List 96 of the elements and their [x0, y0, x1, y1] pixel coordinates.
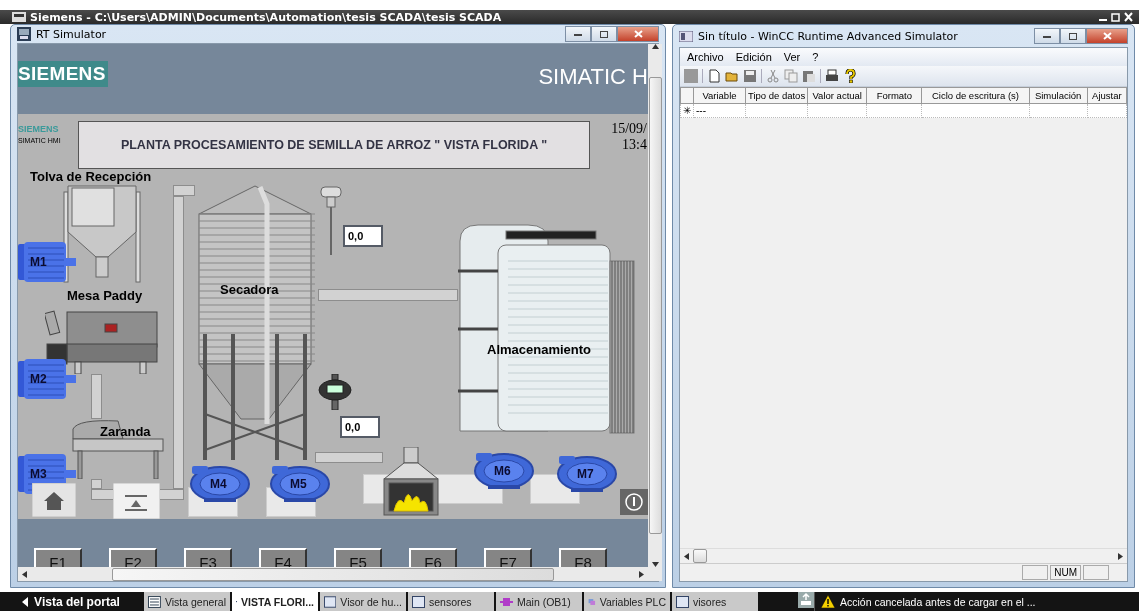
scroll-right-icon[interactable] [1118, 552, 1123, 560]
motor-label: M5 [290, 477, 307, 491]
portal-button[interactable]: Vista del portal [0, 592, 142, 611]
app-icon [679, 30, 693, 42]
info-button-icon[interactable] [620, 489, 648, 515]
blower-motor-icon [268, 464, 330, 502]
menu-item[interactable]: Edición [734, 51, 773, 63]
minimize-button[interactable] [1034, 28, 1060, 44]
editor-tab[interactable]: Visor de hu... [320, 592, 406, 611]
window-title: Siemens - C:\Users\ADMIN\Documents\Automation\tesis SCADA\tesis SCADA [30, 10, 502, 24]
menu-item[interactable]: ? [811, 51, 820, 63]
column-header[interactable]: Formato [866, 87, 922, 104]
home-button-icon[interactable] [32, 483, 76, 517]
table-icon [148, 595, 161, 608]
motor-label: M6 [494, 464, 511, 478]
blower-motor-icon [472, 451, 534, 489]
dryer-label: Secadora [220, 282, 279, 297]
blower-motor-icon [555, 454, 617, 492]
column-header[interactable]: Simulación [1029, 87, 1088, 104]
motor-label: M4 [210, 477, 227, 491]
menu-item[interactable]: Archivo [686, 51, 725, 63]
scroll-thumb[interactable] [648, 77, 662, 534]
electric-motor-icon [18, 359, 78, 401]
new-file-icon[interactable] [707, 69, 721, 83]
maximize-button[interactable] [591, 26, 617, 42]
value-display: 0,0 [343, 225, 383, 247]
scroll-right-icon[interactable] [639, 570, 644, 578]
warning-icon [821, 595, 835, 608]
motor-label: M3 [30, 467, 47, 481]
blower-motor-icon [188, 464, 250, 502]
restore-icon[interactable] [1111, 12, 1120, 22]
pipe-drawing [91, 374, 102, 419]
value-display: 0,0 [340, 416, 380, 438]
table-cell[interactable]: --- [693, 103, 746, 118]
scroll-left-icon[interactable] [684, 552, 689, 560]
screener-label: Zaranda [100, 424, 151, 439]
status-pane [1022, 565, 1049, 580]
simulator-icon [17, 27, 31, 41]
time-text: 13:4 [622, 137, 647, 153]
pipe-drawing [315, 452, 383, 463]
print-icon[interactable] [825, 69, 839, 83]
scroll-left-icon[interactable] [22, 570, 27, 578]
back-arrow-icon [22, 596, 29, 607]
editor-tab[interactable]: Vista general [144, 592, 230, 611]
storage-label: Almacenamiento [487, 342, 592, 357]
electric-motor-icon [18, 242, 78, 284]
open-folder-icon[interactable] [725, 69, 739, 83]
close-button[interactable] [617, 26, 659, 42]
screen-title: PLANTA PROCESAMIENTO DE SEMILLA DE ARROZ " VISTA FLORIDA " [78, 121, 590, 169]
close-button[interactable] [1086, 28, 1128, 44]
date-text: 15/09/ [611, 121, 647, 137]
brand-text: SIEMENS [18, 124, 60, 134]
motor-label: M1 [30, 255, 47, 269]
scroll-up-icon[interactable] [651, 44, 659, 49]
num-lock-indicator: NUM [1050, 565, 1081, 580]
editor-tab[interactable]: sensores [408, 592, 494, 611]
editor-tab[interactable]: VISTA FLORI... [232, 592, 318, 611]
paste-icon[interactable] [802, 69, 816, 83]
save-icon[interactable] [743, 69, 757, 83]
scroll-thumb[interactable] [112, 567, 554, 581]
minimize-button[interactable] [565, 26, 591, 42]
column-header[interactable]: Valor actual [807, 87, 867, 104]
menu-item[interactable]: Ver [782, 51, 802, 63]
portal-icon [12, 12, 26, 22]
column-header[interactable]: Variable [693, 87, 746, 104]
minimize-icon [1043, 33, 1051, 39]
product-name: SIMATIC H [538, 63, 648, 90]
furnace-drawing [380, 447, 442, 517]
close-icon[interactable] [1124, 12, 1133, 22]
status-pane [1083, 565, 1109, 580]
editor-tab[interactable]: Main (OB1) [496, 592, 582, 611]
editor-tab[interactable]: Variables PLC [584, 592, 670, 611]
status-message: Acción cancelada antes de cargar en el ... [840, 595, 1036, 608]
window-title: RT Simulator [36, 27, 107, 41]
close-icon [1102, 32, 1112, 40]
screen-button-icon[interactable] [113, 483, 160, 519]
maximize-icon [1069, 32, 1077, 40]
minimize-icon [574, 31, 582, 37]
siemens-logo: SIEMENS [18, 61, 108, 87]
scroll-thumb[interactable] [693, 549, 707, 563]
editor-tab[interactable]: visores [672, 592, 758, 611]
close-icon [633, 30, 643, 38]
block-icon [500, 595, 513, 608]
hopper-label: Tolva de Recepción [30, 169, 152, 184]
maximize-button[interactable] [1060, 28, 1086, 44]
motor-label: M7 [577, 467, 594, 481]
column-header[interactable]: Ajustar [1087, 87, 1127, 104]
window-title: Sin título - WinCC Runtime Advanced Simulator [698, 29, 958, 43]
motor-label: M2 [30, 372, 47, 386]
column-header[interactable]: Tipo de datos [745, 87, 808, 104]
maximize-icon [600, 30, 608, 38]
row-marker: ✳ [680, 103, 694, 118]
paddy-label: Mesa Paddy [67, 288, 143, 303]
column-header[interactable]: Ciclo de escritura (s) [921, 87, 1029, 104]
help-icon[interactable] [843, 69, 857, 83]
pressure-gauge-icon [318, 374, 352, 410]
